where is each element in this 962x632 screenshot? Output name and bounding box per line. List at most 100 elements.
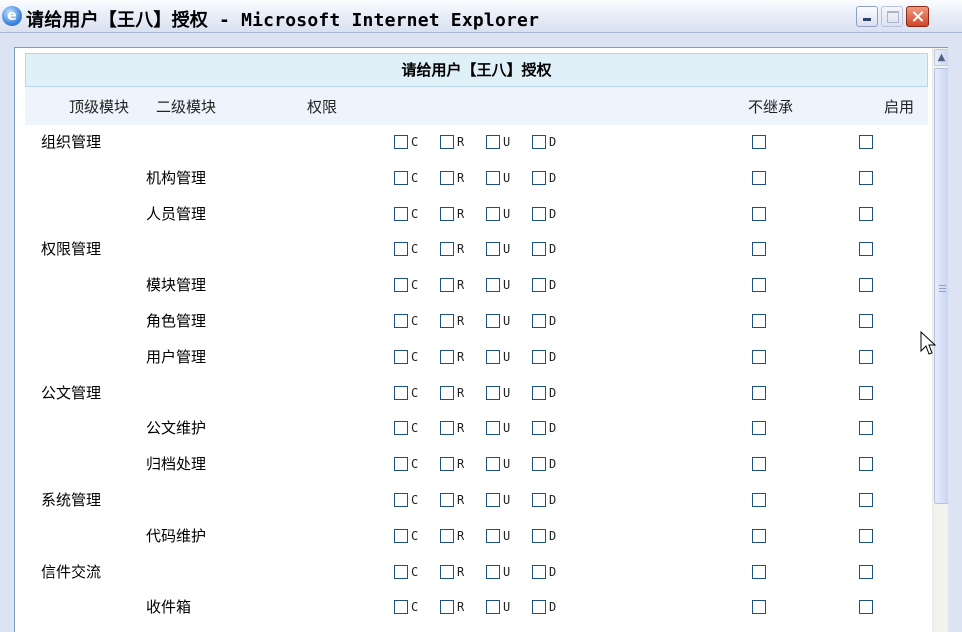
permission-u-checkbox[interactable] [486, 421, 500, 436]
permission-u-checkbox[interactable] [486, 314, 500, 328]
permission-r-checkbox[interactable] [440, 349, 454, 364]
close-button[interactable] [906, 6, 929, 27]
permission-d-checkbox[interactable] [532, 493, 546, 507]
enable-checkbox[interactable] [859, 135, 873, 149]
permission-c-checkbox[interactable] [394, 242, 408, 257]
maximize-button[interactable] [881, 6, 903, 27]
permission-r-checkbox[interactable] [440, 242, 454, 257]
permission-r: R [440, 564, 464, 579]
enable-checkbox[interactable] [859, 206, 873, 221]
permission-r-checkbox[interactable] [440, 493, 454, 507]
permission-r-checkbox[interactable] [440, 170, 454, 185]
permission-u-checkbox[interactable] [486, 242, 500, 257]
permission-letter: R [457, 170, 465, 185]
permission-c-checkbox[interactable] [394, 493, 408, 507]
no-inherit-checkbox[interactable] [752, 421, 766, 436]
no-inherit-checkbox[interactable] [752, 493, 766, 507]
permission-c: C [394, 385, 418, 400]
enable-checkbox[interactable] [859, 314, 873, 328]
enable-checkbox[interactable] [859, 600, 873, 615]
permission-r: R [440, 206, 464, 221]
enable-checkbox[interactable] [859, 349, 873, 364]
no-inherit-checkbox[interactable] [752, 349, 766, 364]
enable-checkbox[interactable] [859, 242, 873, 257]
permission-c-checkbox[interactable] [394, 385, 408, 400]
enable-checkbox[interactable] [859, 493, 873, 507]
permission-d-checkbox[interactable] [532, 278, 546, 293]
permission-r-checkbox[interactable] [440, 206, 454, 221]
permission-d-checkbox[interactable] [532, 385, 546, 400]
enable-checkbox[interactable] [859, 528, 873, 543]
permission-c-checkbox[interactable] [394, 278, 408, 293]
permission-d-checkbox[interactable] [532, 528, 546, 543]
no-inherit-checkbox[interactable] [752, 314, 766, 328]
no-inherit-checkbox[interactable] [752, 600, 766, 615]
permission-u-checkbox[interactable] [486, 278, 500, 293]
permission-d-checkbox[interactable] [532, 206, 546, 221]
permission-r-checkbox[interactable] [440, 564, 454, 579]
no-inherit-checkbox[interactable] [752, 135, 766, 149]
permission-letter: R [457, 314, 465, 328]
no-inherit-checkbox[interactable] [752, 242, 766, 257]
enable-checkbox[interactable] [859, 385, 873, 400]
permission-r-checkbox[interactable] [440, 457, 454, 472]
enable-checkbox[interactable] [859, 278, 873, 293]
permission-c-checkbox[interactable] [394, 135, 408, 149]
permission-u-checkbox[interactable] [486, 528, 500, 543]
permission-d-checkbox[interactable] [532, 600, 546, 615]
enable-checkbox[interactable] [859, 564, 873, 579]
permission-d-checkbox[interactable] [532, 421, 546, 436]
permission-d-checkbox[interactable] [532, 242, 546, 257]
permission-c-checkbox[interactable] [394, 528, 408, 543]
permission-u-checkbox[interactable] [486, 135, 500, 149]
permission-r-checkbox[interactable] [440, 421, 454, 436]
no-inherit-checkbox[interactable] [752, 385, 766, 400]
permission-r-checkbox[interactable] [440, 385, 454, 400]
no-inherit-checkbox[interactable] [752, 564, 766, 579]
no-inherit-checkbox[interactable] [752, 528, 766, 543]
enable-checkbox[interactable] [859, 457, 873, 472]
permission-letter: D [549, 385, 557, 400]
permission-letter: R [457, 349, 465, 364]
minimize-button[interactable] [856, 6, 878, 27]
permission-d-checkbox[interactable] [532, 170, 546, 185]
permission-u-checkbox[interactable] [486, 457, 500, 472]
permission-c-checkbox[interactable] [394, 457, 408, 472]
permission-d-checkbox[interactable] [532, 314, 546, 328]
permission-c-checkbox[interactable] [394, 600, 408, 615]
permission-u-checkbox[interactable] [486, 600, 500, 615]
no-inherit-checkbox[interactable] [752, 457, 766, 472]
permission-d-checkbox[interactable] [532, 349, 546, 364]
table-row: 模块管理 C R U D [25, 268, 928, 303]
permission-u-checkbox[interactable] [486, 170, 500, 185]
permission-c-checkbox[interactable] [394, 564, 408, 579]
enable-checkbox[interactable] [859, 170, 873, 185]
scroll-up-arrow-icon[interactable]: ▲ [934, 49, 948, 66]
enable-checkbox[interactable] [859, 421, 873, 436]
permission-u-checkbox[interactable] [486, 206, 500, 221]
permission-r-checkbox[interactable] [440, 135, 454, 149]
permission-d-checkbox[interactable] [532, 135, 546, 149]
permission-d-checkbox[interactable] [532, 457, 546, 472]
permission-u-checkbox[interactable] [486, 385, 500, 400]
no-inherit-checkbox[interactable] [752, 278, 766, 293]
second-module-label: 角色管理 [146, 312, 207, 330]
permission-c-checkbox[interactable] [394, 170, 408, 185]
no-inherit-checkbox[interactable] [752, 170, 766, 185]
permission-c-checkbox[interactable] [394, 421, 408, 436]
permission-u-checkbox[interactable] [486, 564, 500, 579]
permission-u-checkbox[interactable] [486, 493, 500, 507]
scrollbar-thumb[interactable] [934, 68, 948, 504]
permission-r-checkbox[interactable] [440, 600, 454, 615]
permission-u-checkbox[interactable] [486, 349, 500, 364]
permission-letter: D [549, 314, 557, 328]
ie-icon[interactable]: e [2, 6, 22, 26]
permission-d-checkbox[interactable] [532, 564, 546, 579]
permission-c-checkbox[interactable] [394, 314, 408, 328]
permission-r-checkbox[interactable] [440, 278, 454, 293]
permission-r-checkbox[interactable] [440, 314, 454, 328]
permission-r-checkbox[interactable] [440, 528, 454, 543]
no-inherit-checkbox[interactable] [752, 206, 766, 221]
permission-c-checkbox[interactable] [394, 206, 408, 221]
permission-c-checkbox[interactable] [394, 349, 408, 364]
